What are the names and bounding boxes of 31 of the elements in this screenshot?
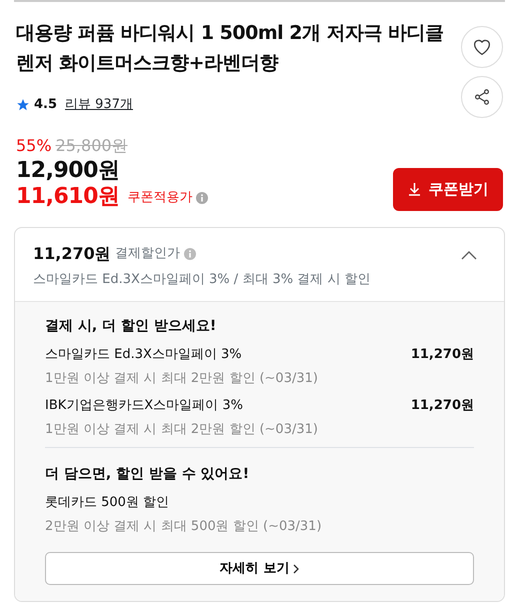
star-icon (16, 98, 30, 112)
download-icon (408, 182, 420, 196)
discount-rate: 55% (16, 135, 52, 157)
section-heading: 결제 시, 더 할인 받으세요! (45, 317, 218, 336)
original-price: 25,800원 (56, 135, 128, 157)
reviews-link[interactable]: 리뷰 937개 (65, 94, 133, 114)
offer-name: IBK기업은행카드X스마일페이 3% (45, 397, 243, 416)
payment-discount-summary: 스마일카드 Ed.3X스마일페이 3% / 최대 3% 결제 시 할인 (33, 270, 370, 289)
details-button[interactable]: 자세히 보기 (45, 552, 474, 586)
share-button[interactable] (461, 76, 503, 118)
payment-discount-label: 결제할인가 (114, 245, 180, 264)
sale-price: 12,900원 (16, 158, 120, 184)
payment-discount-price: 11,270원 (33, 242, 111, 265)
wishlist-button[interactable] (461, 26, 503, 68)
coupon-download-button[interactable]: 쿠폰받기 (393, 168, 503, 211)
heart-icon (472, 38, 492, 56)
offer-condition: 1만원 이상 결제 시 최대 2만원 할인 (~03/31) (45, 420, 319, 439)
coupon-price-label: 쿠폰적용가 (127, 188, 192, 207)
offer-price: 11,270원 (410, 397, 474, 416)
product-title: 대용량 퍼퓸 바디워시 1 500ml 2개 저자극 바디클렌저 화이트머스크향+라벤더향 (16, 21, 445, 76)
share-icon (473, 88, 491, 106)
offer-name: 롯데카드 500원 할인 (45, 494, 170, 512)
rating-value: 4.5 (34, 96, 58, 114)
coupon-price: 11,610원 (16, 184, 120, 211)
offer-condition: 2만원 이상 결제 시 최대 500원 할인 (~03/31) (45, 518, 323, 536)
offer-condition: 1만원 이상 결제 시 최대 2만원 할인 (~03/31) (45, 370, 319, 388)
offer-price: 11,270원 (410, 346, 474, 364)
offer-name: 스마일카드 Ed.3X스마일페이 3% (45, 346, 242, 364)
section-heading: 더 담으면, 할인 받을 수 있어요! (45, 465, 250, 484)
chevron-right-icon (293, 564, 300, 574)
chevron-icon[interactable] (460, 250, 478, 261)
